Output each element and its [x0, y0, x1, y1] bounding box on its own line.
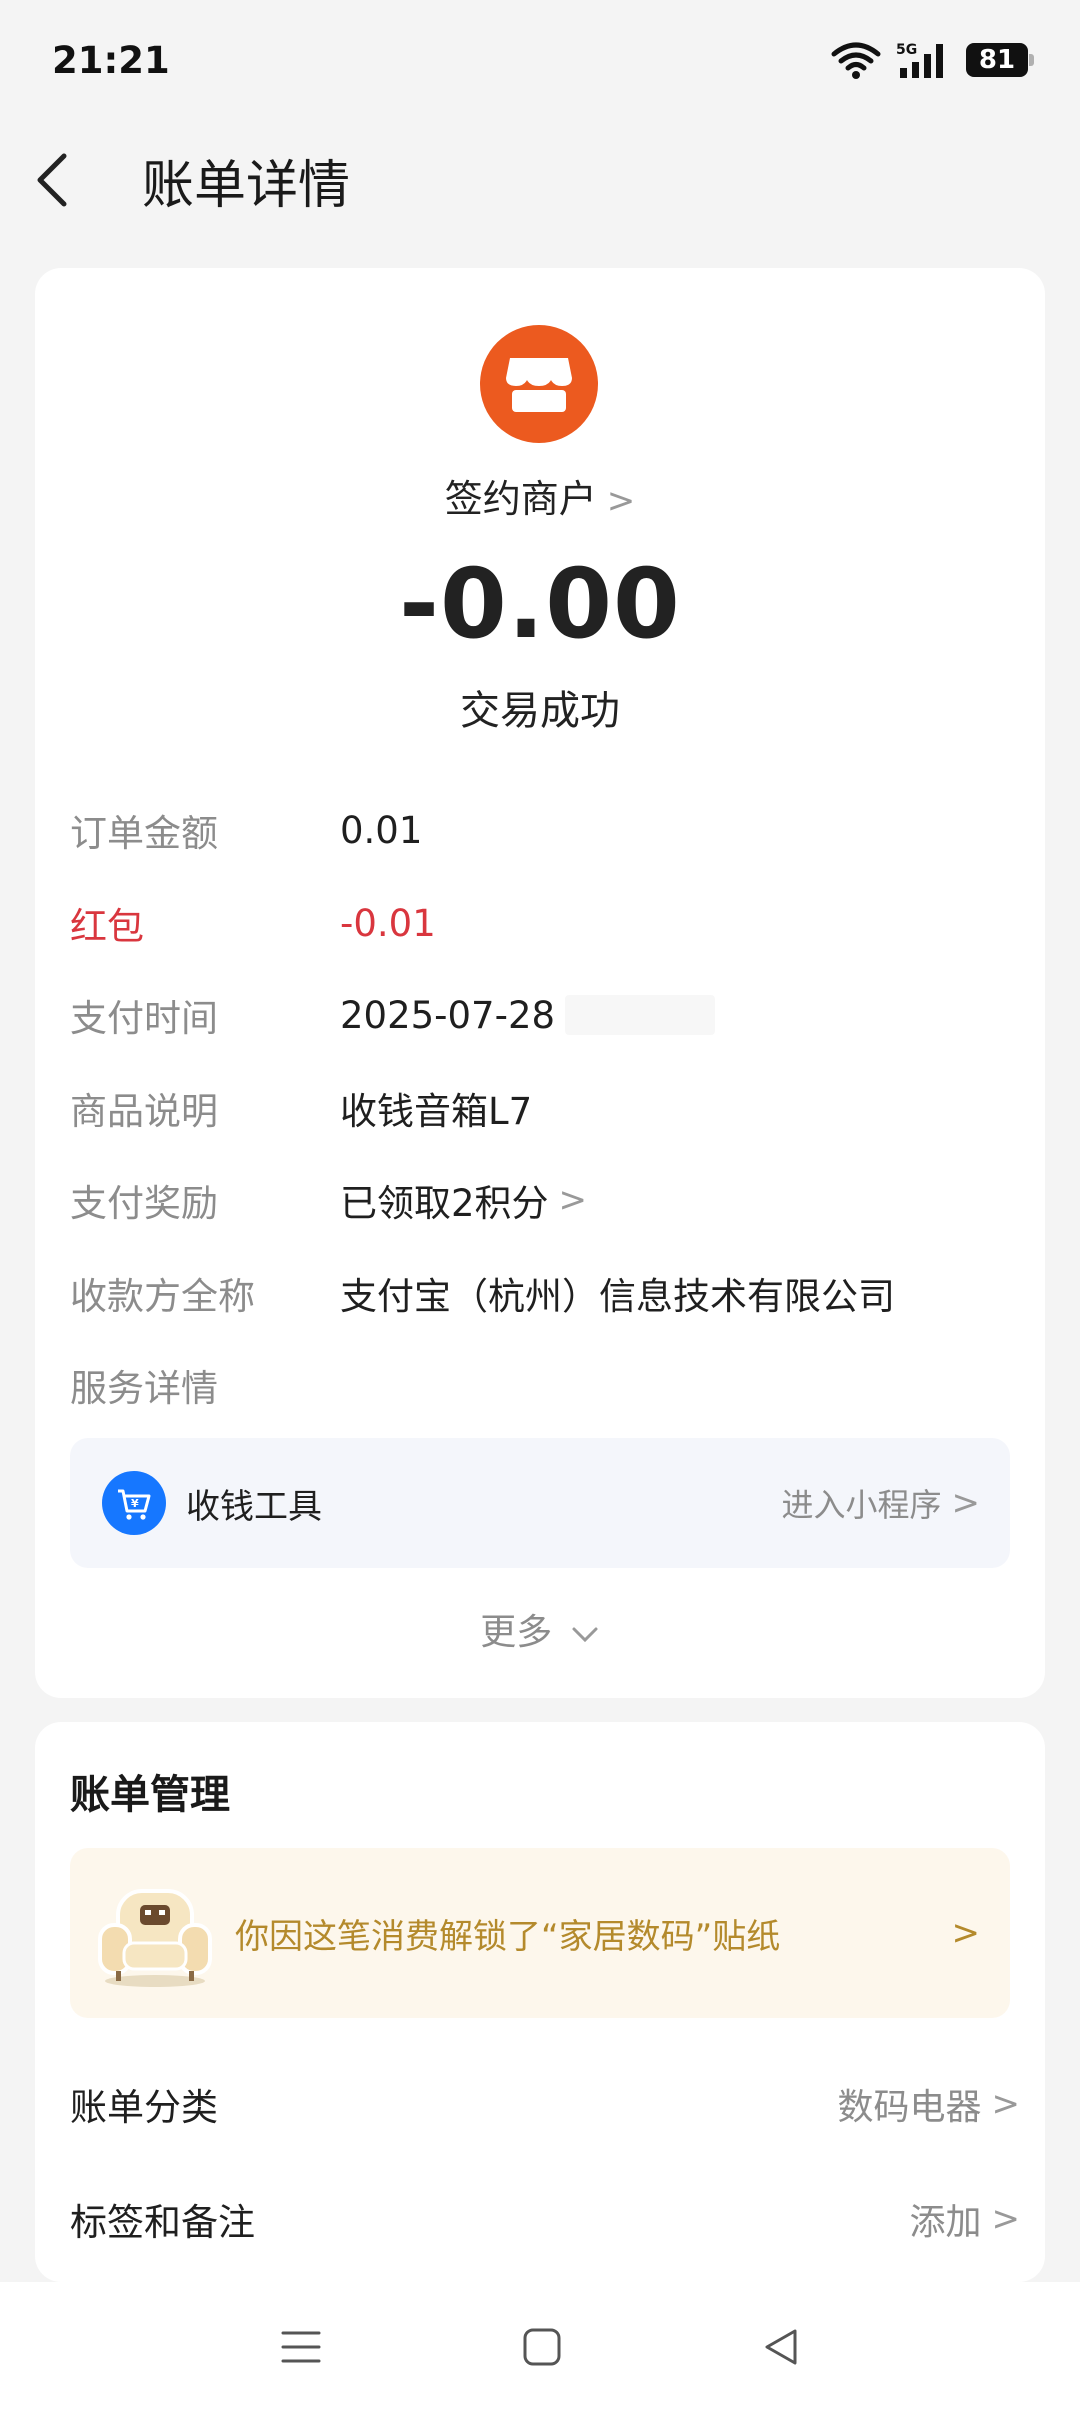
detail-value: -0.01: [340, 901, 436, 945]
page-title: 账单详情: [142, 155, 351, 216]
chevron-right-icon: >: [991, 2199, 1021, 2239]
detail-row-red-packet: 红包 -0.01: [70, 888, 1020, 958]
back-triangle-icon[interactable]: [761, 2327, 801, 2367]
tags-notes-row[interactable]: 标签和备注 添加 >: [70, 2179, 1020, 2259]
detail-label: 支付时间: [70, 997, 218, 1040]
bill-category-value: 数码电器 >: [837, 2078, 1020, 2130]
header-bar: 账单详情: [0, 120, 1080, 240]
detail-row-product-desc: 商品说明 收钱音箱L7: [70, 1073, 1020, 1143]
bill-category-label: 账单分类: [70, 2086, 218, 2129]
bill-management-card: 账单管理 你因这笔消费解锁了“家居数码”贴纸 > 账单分类 数码电器 > 标签和备…: [35, 1722, 1045, 2282]
menu-icon[interactable]: [279, 2327, 323, 2367]
detail-value: 已领取2积分 >: [340, 1173, 587, 1227]
category-value: 数码电器: [837, 2087, 982, 2128]
open-mini-program-link[interactable]: 进入小程序 >: [781, 1480, 980, 1526]
battery-level: 81: [978, 45, 1016, 75]
system-navigation-bar: [0, 2282, 1080, 2412]
chevron-right-icon: >: [606, 481, 636, 521]
detail-row-pay-time: 支付时间 2025-07-28: [70, 980, 1020, 1050]
home-icon[interactable]: [522, 2327, 562, 2367]
detail-label: 订单金额: [70, 812, 218, 855]
detail-value: 0.01: [340, 808, 423, 852]
cart-icon: ¥: [102, 1471, 166, 1535]
merchant-avatar: [480, 325, 598, 443]
service-tool-entry[interactable]: ¥ 收钱工具 进入小程序 >: [70, 1438, 1010, 1568]
back-button[interactable]: [32, 140, 88, 220]
detail-label: 收款方全称: [70, 1275, 255, 1318]
detail-row-service: 服务详情: [70, 1350, 1020, 1420]
chevron-right-icon: >: [951, 1913, 981, 1953]
section-title: 账单管理: [70, 1772, 230, 1818]
chevron-right-icon: >: [951, 1483, 981, 1523]
detail-row-payee-name: 收款方全称 支付宝（杭州）信息技术有限公司: [70, 1258, 1020, 1328]
sticker-unlock-banner[interactable]: 你因这笔消费解锁了“家居数码”贴纸 >: [70, 1848, 1010, 2018]
svg-text:¥: ¥: [131, 1497, 139, 1510]
bill-category-row[interactable]: 账单分类 数码电器 >: [70, 2064, 1020, 2144]
more-button[interactable]: 更多: [35, 1603, 1045, 1655]
tags-notes-label: 标签和备注: [70, 2201, 255, 2244]
back-arrow-icon: [37, 153, 67, 207]
sticker-unlock-text: 你因这笔消费解锁了“家居数码”贴纸: [235, 1916, 781, 1957]
detail-value: 2025-07-28: [340, 993, 716, 1037]
status-time: 21:21: [52, 38, 170, 82]
battery-indicator: 81: [966, 43, 1034, 77]
detail-value: 收钱音箱L7: [340, 1090, 533, 1133]
status-bar: 21:21 5G 81: [0, 0, 1080, 120]
chevron-right-icon: >: [991, 2084, 1021, 2124]
bill-detail-card: 签约商户 > -0.00 交易成功 订单金额 0.01 红包 -0.01 支付时间…: [35, 268, 1045, 1698]
service-tool-label: 收钱工具: [186, 1486, 322, 1527]
reward-value: 已领取2积分: [340, 1182, 549, 1225]
network-type: 5G: [896, 42, 917, 58]
detail-label: 服务详情: [70, 1367, 218, 1410]
open-mini-program-label: 进入小程序: [781, 1486, 942, 1524]
add-label: 添加: [909, 2202, 982, 2243]
detail-label: 红包: [70, 905, 144, 948]
transaction-status: 交易成功: [460, 688, 620, 734]
merchant-name-label: 签约商户: [444, 477, 597, 521]
pay-time-value: 2025-07-28: [340, 993, 556, 1037]
tags-notes-value: 添加 >: [909, 2193, 1020, 2245]
redacted-time: [565, 995, 716, 1035]
detail-row-order-amount: 订单金额 0.01: [70, 795, 1020, 865]
detail-row-pay-reward[interactable]: 支付奖励 已领取2积分 >: [70, 1165, 1020, 1235]
sofa-sticker-icon: [98, 1889, 212, 1987]
merchant-name[interactable]: 签约商户 >: [35, 468, 1045, 523]
chevron-down-icon: [572, 1627, 598, 1643]
detail-value: 支付宝（杭州）信息技术有限公司: [340, 1275, 895, 1318]
transaction-amount: -0.00: [399, 548, 681, 660]
detail-label: 支付奖励: [70, 1182, 218, 1225]
more-label: 更多: [480, 1612, 553, 1653]
store-icon: [506, 358, 572, 412]
wifi-icon: [831, 42, 881, 79]
cellular-signal-icon: 5G: [896, 42, 943, 78]
chevron-right-icon: >: [558, 1180, 588, 1220]
detail-label: 商品说明: [70, 1090, 218, 1133]
status-icons: 5G 81: [830, 40, 1034, 80]
